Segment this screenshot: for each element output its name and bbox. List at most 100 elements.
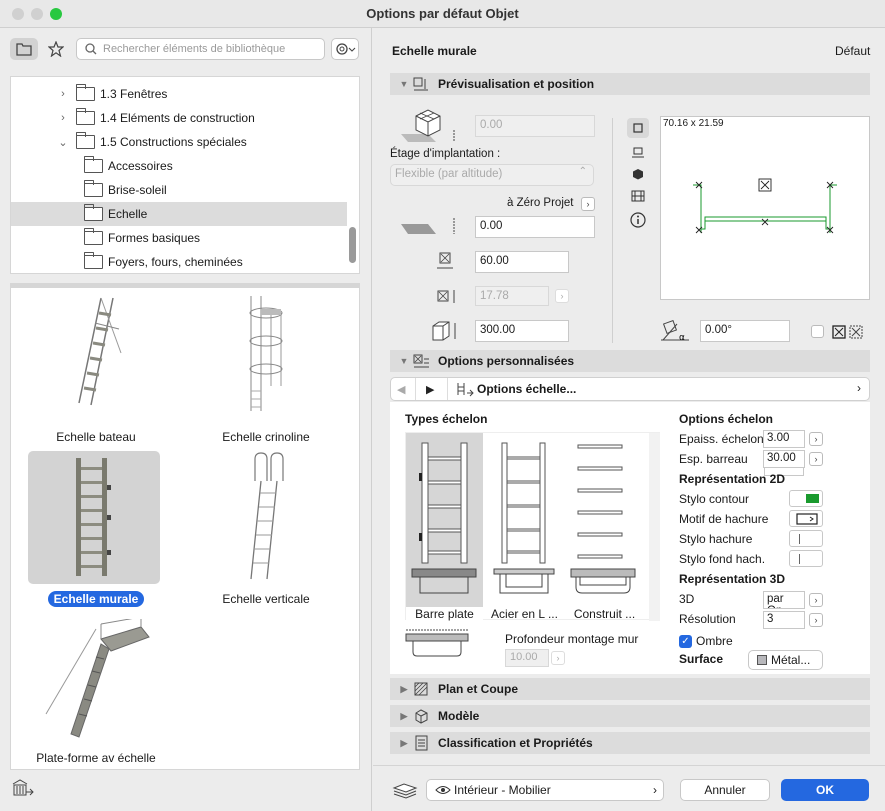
height-icon: [432, 321, 456, 341]
preview-section-header[interactable]: ▼ Prévisualisation et position: [390, 73, 870, 95]
library-settings-button[interactable]: [331, 38, 359, 60]
mirror-checkbox[interactable]: [811, 325, 824, 338]
chevron-right-icon[interactable]: ›: [57, 112, 69, 124]
hatch-bg-pen-picker[interactable]: [789, 550, 823, 567]
rung-types-scrollbar[interactable]: [649, 433, 660, 621]
model-cube-icon: [415, 709, 428, 724]
resolution-button[interactable]: ›: [809, 613, 823, 627]
library-browser: Rechercher éléments de bibliothèque › 1.…: [0, 28, 372, 811]
preview-3d-button[interactable]: [627, 164, 649, 184]
depth-field[interactable]: 17.78: [475, 286, 549, 306]
shadow-checkbox[interactable]: ✓: [679, 635, 692, 648]
rung-type-acier-l[interactable]: Acier en L ...: [486, 433, 563, 621]
shadow-label: Ombre: [696, 634, 733, 648]
tree-item-formes-basiques[interactable]: Formes basiques: [11, 226, 347, 250]
preview-listing-button[interactable]: [627, 186, 649, 206]
tree-item-accessoires[interactable]: Accessoires: [11, 154, 347, 178]
rung-spacing-button[interactable]: ›: [809, 452, 823, 466]
tree-item-echelle[interactable]: Echelle: [11, 202, 347, 226]
plan-section-header[interactable]: ▶ Plan et Coupe: [390, 678, 870, 700]
gear-icon: [336, 43, 356, 55]
cancel-button[interactable]: Annuler: [680, 779, 770, 801]
rung-type-construit[interactable]: Construit ...: [566, 433, 643, 621]
storey-label: Étage d'implantation :: [390, 148, 501, 160]
folder-icon: [84, 204, 103, 221]
section-title: Plan et Coupe: [438, 682, 519, 696]
folder-icon: [84, 156, 103, 173]
tree-item-constructions-speciales[interactable]: ⌄ 1.5 Constructions spéciales: [11, 130, 347, 154]
chevron-right-icon[interactable]: ›: [57, 88, 69, 100]
preview-info-button[interactable]: [627, 210, 649, 230]
mount-depth-field[interactable]: 10.00: [505, 649, 549, 667]
elevation-field[interactable]: 0.00: [475, 115, 595, 137]
tree-item-label: Foyers, fours, cheminées: [108, 255, 243, 269]
contour-pen-label: Stylo contour: [679, 492, 750, 506]
types-title: Types échelon: [405, 412, 488, 426]
pen-color-swatch: [806, 494, 819, 503]
folder-icon: [84, 180, 103, 197]
rung-spacing-value[interactable]: 30.00: [763, 450, 805, 468]
rotation-angle-field[interactable]: 0.00°: [700, 320, 790, 342]
offset-field[interactable]: 0.00: [475, 216, 595, 238]
rung-thickness-value[interactable]: 3.00: [763, 430, 805, 448]
display-3d-select[interactable]: par Op: [763, 591, 805, 609]
model-section-header[interactable]: ▶ Modèle: [390, 705, 870, 727]
mount-depth-link-button[interactable]: ›: [551, 651, 565, 665]
gallery-item-echelle-crinoline[interactable]: Echelle crinoline: [181, 288, 351, 448]
tree-item-label: Accessoires: [108, 159, 173, 173]
hatch-pattern-picker[interactable]: [789, 510, 823, 527]
rung-type-label: Construit ...: [573, 607, 636, 621]
width-field[interactable]: 60.00: [475, 251, 569, 273]
resolution-field[interactable]: 3: [763, 611, 805, 629]
display-3d-button[interactable]: ›: [809, 593, 823, 607]
preview-position-icon: [413, 77, 428, 91]
next-page-button[interactable]: ▶: [426, 383, 434, 396]
rung-thickness-button[interactable]: ›: [809, 432, 823, 446]
ladder-plan-drawing: [693, 178, 837, 234]
mirror-icon: [832, 325, 846, 339]
rung-type-label: Acier en L ...: [491, 607, 558, 621]
hatch-pattern-label: Motif de hachure: [679, 512, 769, 526]
preview-section-button[interactable]: [627, 142, 649, 162]
custom-options-section-header[interactable]: ▼ Options personnalisées: [390, 350, 870, 372]
gallery-item-echelle-verticale[interactable]: Echelle verticale: [181, 451, 351, 611]
classification-section-header[interactable]: ▶ Classification et Propriétés: [390, 732, 870, 754]
page-select[interactable]: Options échelle...: [477, 382, 576, 396]
height-field[interactable]: 300.00: [475, 320, 569, 342]
preview-2d-button[interactable]: [627, 118, 649, 138]
surface-picker[interactable]: Métal...: [748, 650, 823, 670]
gallery-item-echelle-murale[interactable]: [28, 451, 160, 584]
contour-pen-picker[interactable]: [789, 490, 823, 507]
tree-item-elements-construction[interactable]: › 1.4 Eléments de construction: [11, 106, 347, 130]
rung-type-barre-plate[interactable]: Barre plate: [406, 433, 483, 621]
library-manager-button[interactable]: [10, 778, 38, 800]
gallery-item-plate-forme[interactable]: Plate-forme av échelle: [11, 611, 181, 771]
depth-link-button[interactable]: ›: [555, 289, 569, 303]
tree-item-brise-soleil[interactable]: Brise-soleil: [11, 178, 347, 202]
pen-line-icon: [799, 534, 800, 544]
previous-page-button[interactable]: ◀: [397, 383, 405, 396]
plan-section-icon: [414, 682, 428, 696]
reference-label: à Zéro Projet: [507, 197, 574, 209]
hatch-pen-picker[interactable]: [789, 530, 823, 547]
storey-select[interactable]: Flexible (par altitude) ⌃: [390, 164, 594, 186]
gallery-item-echelle-bateau[interactable]: Echelle bateau: [11, 288, 181, 448]
flat-bar-rung-thumbnail: [411, 442, 477, 594]
divider: [447, 378, 448, 400]
updown-chevron-icon: ⌃: [578, 166, 587, 177]
chevron-down-icon[interactable]: ⌄: [57, 136, 69, 149]
ok-button[interactable]: OK: [781, 779, 869, 801]
tree-item-foyers[interactable]: Foyers, fours, cheminées: [11, 250, 347, 273]
label-3d: 3D: [679, 592, 695, 606]
library-search-input[interactable]: Rechercher éléments de bibliothèque: [76, 38, 325, 60]
layer-select[interactable]: Intérieur - Mobilier ›: [426, 779, 664, 801]
divider: [415, 378, 416, 400]
tree-scrollbar[interactable]: [349, 227, 356, 263]
triangle-right-icon: ▶: [400, 683, 408, 694]
chevron-right-icon[interactable]: ›: [857, 381, 861, 395]
folder-view-button[interactable]: [10, 38, 38, 60]
reference-popup-button[interactable]: ›: [581, 197, 595, 211]
rung-thickness-label: Epaiss. échelon: [679, 432, 764, 446]
favorites-button[interactable]: [42, 38, 70, 60]
tree-item-fenetres[interactable]: › 1.3 Fenêtres: [11, 82, 347, 106]
